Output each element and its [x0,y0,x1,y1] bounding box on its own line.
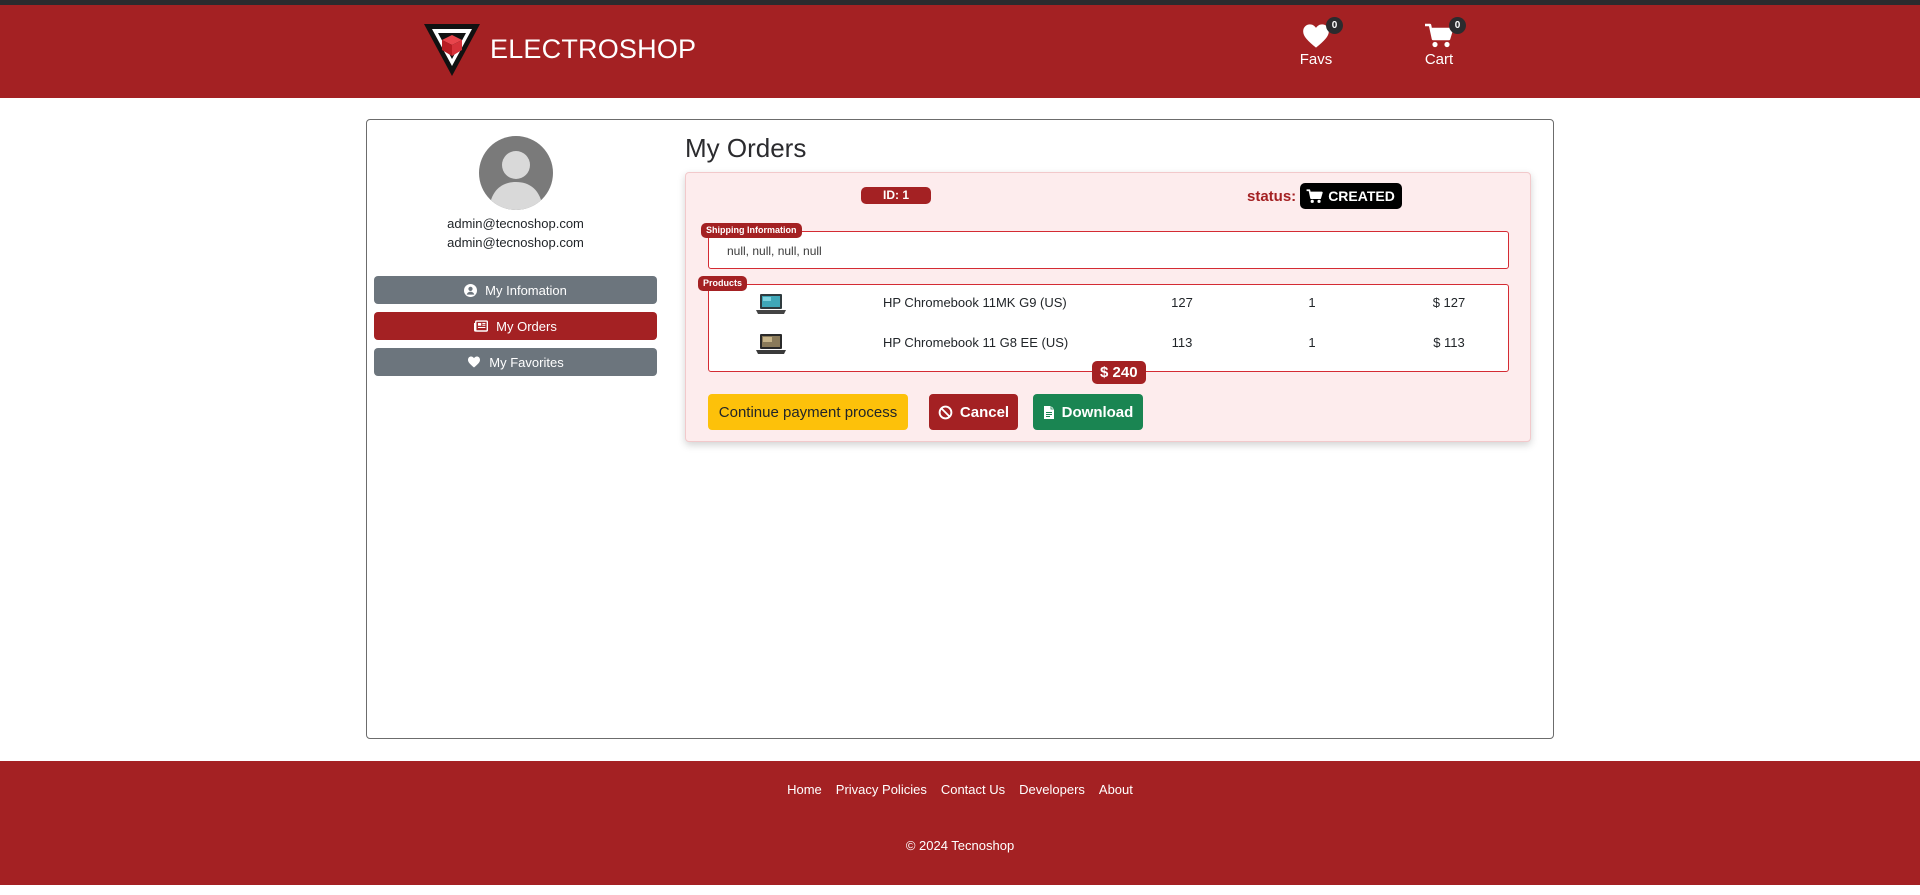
profile-sidebar: admin@tecnoshop.com admin@tecnoshop.com … [374,136,657,376]
my-information-button[interactable]: My Infomation [374,276,657,304]
my-orders-label: My Orders [496,318,557,334]
order-card: ID: 1 status: CREATED Shipping Informati… [685,172,1531,442]
page-title: My Orders [685,133,807,163]
footer-link-home[interactable]: Home [787,782,822,797]
product-row: HP Chromebook 11MK G9 (US) 127 1 $ 127 [709,287,1510,323]
brand-link[interactable]: ELECTROSHOP [422,20,696,78]
product-price: 127 [1171,295,1193,310]
product-name[interactable]: HP Chromebook 11MK G9 (US) [883,295,1067,310]
download-label: Download [1061,403,1134,421]
laptop-thumbnail-icon[interactable] [754,331,788,357]
shipping-info-box: Shipping Information null, null, null, n… [701,223,1509,269]
cart-count-badge: 0 [1449,17,1466,34]
logo-icon [424,24,480,76]
cart-link[interactable]: 0 Cart [1404,17,1474,68]
products-box: Products HP Chromebook 11MK G9 (US) 127 … [698,276,1510,372]
product-subtotal: $ 127 [1432,295,1466,310]
ban-icon [938,405,953,419]
footer-nav: Home Privacy Policies Contact Us Develop… [0,782,1920,797]
product-subtotal: $ 113 [1433,335,1465,350]
laptop-thumbnail-icon[interactable] [754,291,788,317]
avatar [478,136,553,210]
footer-link-developers[interactable]: Developers [1019,782,1085,797]
product-quantity: 1 [1308,335,1316,350]
footer-link-contact[interactable]: Contact Us [941,782,1005,797]
product-row: HP Chromebook 11 G8 EE (US) 113 1 $ 113 [709,327,1510,363]
profile-card: admin@tecnoshop.com admin@tecnoshop.com … [366,119,1554,739]
order-status: status: CREATED [1247,183,1402,209]
newspaper-icon [474,320,489,332]
shipping-address: null, null, null, null [727,244,822,258]
footer-link-about[interactable]: About [1099,782,1133,797]
status-label: status: [1247,187,1297,205]
order-total-badge: $ 240 [1092,361,1146,384]
my-orders-button[interactable]: My Orders [374,312,657,340]
footer-link-privacy[interactable]: Privacy Policies [836,782,927,797]
continue-payment-button[interactable]: Continue payment process [708,394,908,430]
continue-payment-label: Continue payment process [718,403,898,421]
product-quantity: 1 [1308,295,1316,310]
user-email: admin@tecnoshop.com [447,216,584,231]
user-email-secondary: admin@tecnoshop.com [447,235,584,250]
copyright: © 2024 Tecnoshop [905,838,1015,853]
download-button[interactable]: Download [1033,394,1143,430]
user-silhouette-icon [488,151,543,210]
my-favorites-label: My Favorites [489,354,564,370]
product-price: 113 [1171,335,1193,350]
favs-link[interactable]: 0 Favs [1281,17,1351,68]
cancel-label: Cancel [959,403,1010,421]
favs-count-badge: 0 [1326,17,1343,34]
heart-icon [468,356,481,368]
cancel-order-button[interactable]: Cancel [929,394,1018,430]
cart-label: Cart [1424,51,1454,68]
status-value: CREATED [1328,188,1395,204]
order-id-badge: ID: 1 [861,187,931,204]
header: ELECTROSHOP 0 Favs 0 Cart [0,5,1920,98]
file-pdf-icon [1043,405,1054,419]
footer: Home Privacy Policies Contact Us Develop… [0,761,1920,885]
status-badge: CREATED [1300,183,1402,209]
user-circle-icon [464,283,478,297]
favs-label: Favs [1299,51,1333,68]
product-name[interactable]: HP Chromebook 11 G8 EE (US) [883,335,1068,350]
brand-name: ELECTROSHOP [490,33,697,64]
my-information-label: My Infomation [485,282,567,298]
shipping-legend: Shipping Information [701,223,802,238]
cart-icon [1306,188,1323,203]
my-favorites-button[interactable]: My Favorites [374,348,657,376]
